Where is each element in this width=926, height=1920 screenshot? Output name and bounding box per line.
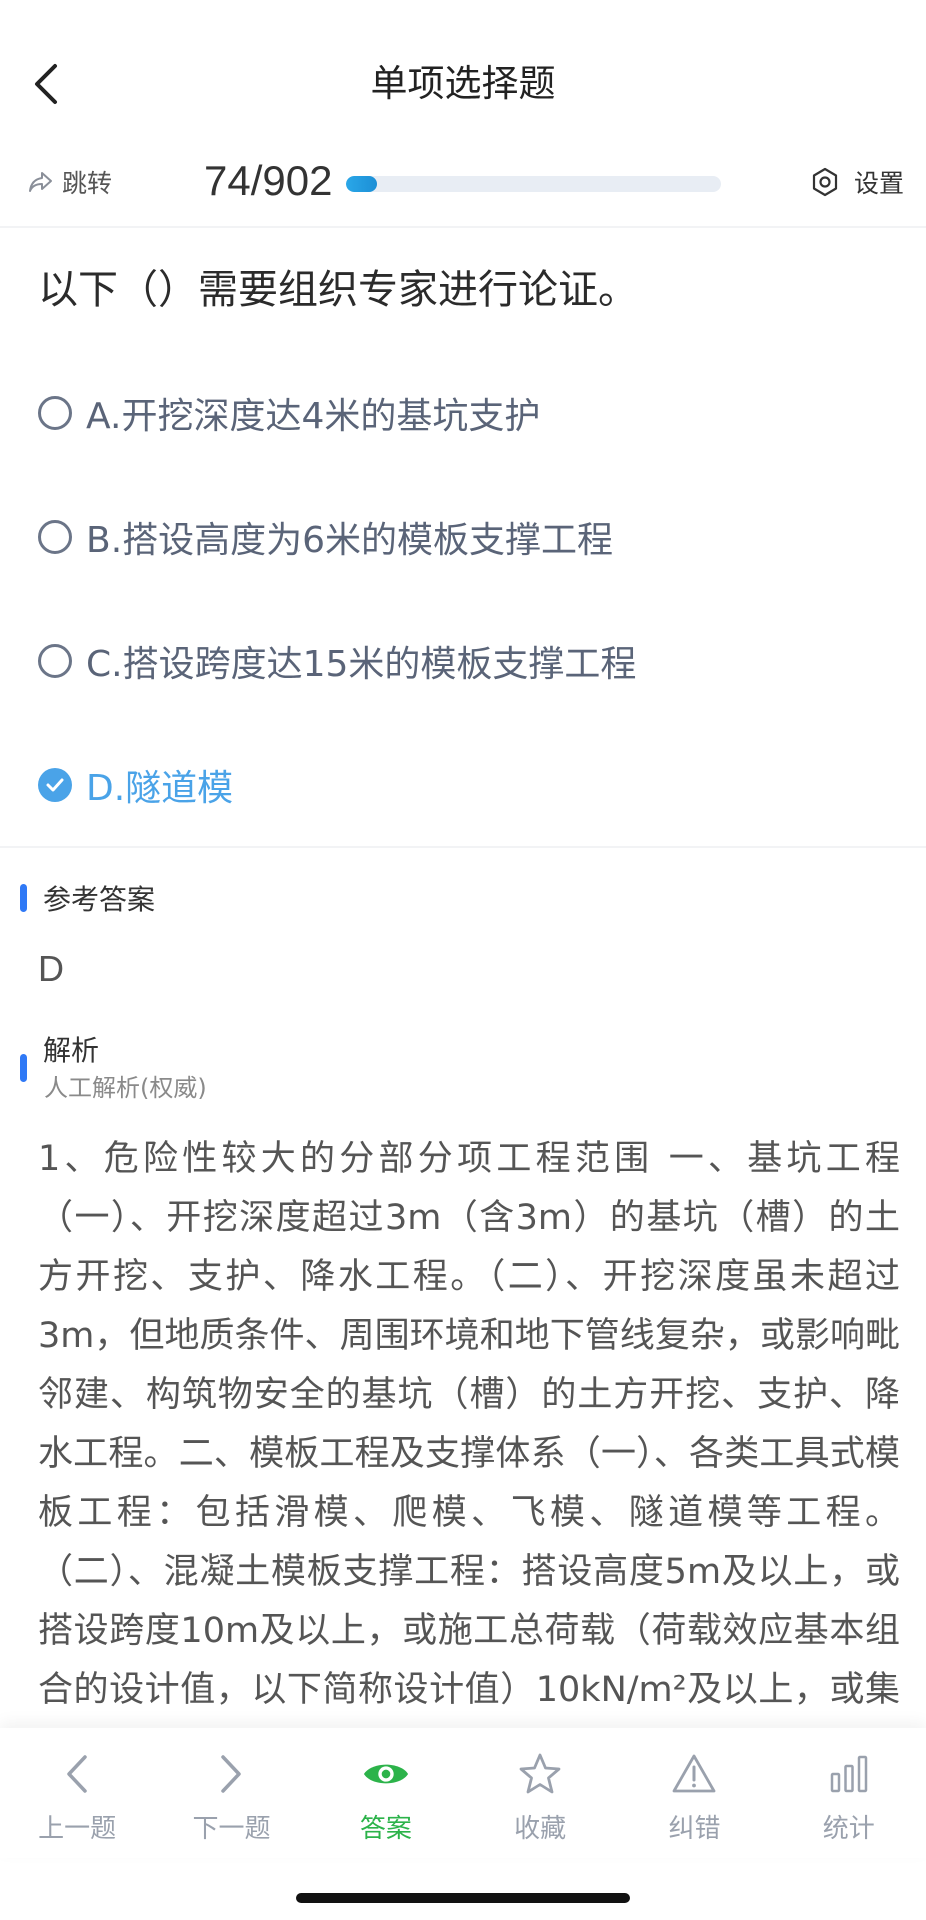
radio-icon <box>38 396 72 430</box>
option-label: C.搭设跨度达15米的模板支撑工程 <box>86 644 637 685</box>
option-label: B.搭设高度为6米的模板支撑工程 <box>86 520 614 561</box>
checked-circle-icon <box>38 768 72 802</box>
option-label: D.隧道模 <box>86 768 234 809</box>
section-marker <box>20 1054 27 1082</box>
eye-icon <box>362 1750 410 1798</box>
divider <box>0 226 926 228</box>
answer-value: D <box>38 948 64 989</box>
question-text: 以下（）需要组织专家进行论证。 <box>38 267 638 313</box>
nav-report-error[interactable]: 纠错 <box>617 1728 771 1858</box>
option-a[interactable]: A.开挖深度达4米的基坑支护 <box>38 383 540 443</box>
question-counter: 74/902 <box>204 157 333 204</box>
nav-favorite[interactable]: 收藏 <box>463 1728 617 1858</box>
analysis-section-title: 解析 <box>43 1034 100 1067</box>
section-marker <box>20 884 27 912</box>
star-icon <box>516 1750 564 1798</box>
radio-icon <box>38 520 72 554</box>
nav-statistics[interactable]: 统计 <box>772 1728 926 1858</box>
chevron-right-icon <box>207 1750 255 1798</box>
bar-chart-icon <box>825 1750 873 1798</box>
settings-button[interactable]: 设置 <box>810 162 904 202</box>
nav-label: 下一题 <box>192 1814 271 1844</box>
analysis-subtitle: 人工解析(权威) <box>44 1074 207 1102</box>
progress-fill <box>346 176 377 192</box>
warning-icon <box>670 1750 718 1798</box>
nav-label: 纠错 <box>668 1814 721 1844</box>
page-title: 单项选择题 <box>370 62 556 105</box>
share-arrow-icon <box>29 172 52 192</box>
settings-icon <box>812 167 838 197</box>
nav-label: 统计 <box>822 1814 875 1844</box>
divider <box>0 846 926 848</box>
chevron-left-icon <box>53 1750 101 1798</box>
nav-next-question[interactable]: 下一题 <box>154 1728 308 1858</box>
nav-label: 答案 <box>359 1814 412 1844</box>
progress-row: 跳转 74/902 设置 <box>0 150 926 212</box>
jump-button[interactable]: 跳转 <box>28 162 112 202</box>
option-d[interactable]: D.隧道模 <box>38 755 233 815</box>
analysis-text: 1、危险性较大的分部分项工程范围 一、基坑工程（一）、开挖深度超过3m（含3m）… <box>38 1139 900 1730</box>
jump-label: 跳转 <box>62 169 113 198</box>
bottom-nav: 上一题 下一题 答案 收藏 纠错 统计 <box>0 1728 926 1858</box>
settings-label: 设置 <box>853 169 904 198</box>
nav-label: 收藏 <box>514 1814 567 1844</box>
option-label: A.开挖深度达4米的基坑支护 <box>86 396 541 437</box>
radio-icon <box>38 644 72 678</box>
nav-label: 上一题 <box>38 1814 117 1844</box>
answer-section-header: 参考答案 <box>20 878 155 918</box>
header: 单项选择题 <box>0 40 926 130</box>
answer-section-title: 参考答案 <box>43 883 156 916</box>
progress-bar <box>346 176 721 192</box>
home-indicator <box>296 1893 630 1903</box>
option-b[interactable]: B.搭设高度为6米的模板支撑工程 <box>38 507 613 567</box>
nav-answer[interactable]: 答案 <box>309 1728 463 1858</box>
nav-prev-question[interactable]: 上一题 <box>0 1728 154 1858</box>
option-c[interactable]: C.搭设跨度达15米的模板支撑工程 <box>38 631 636 691</box>
